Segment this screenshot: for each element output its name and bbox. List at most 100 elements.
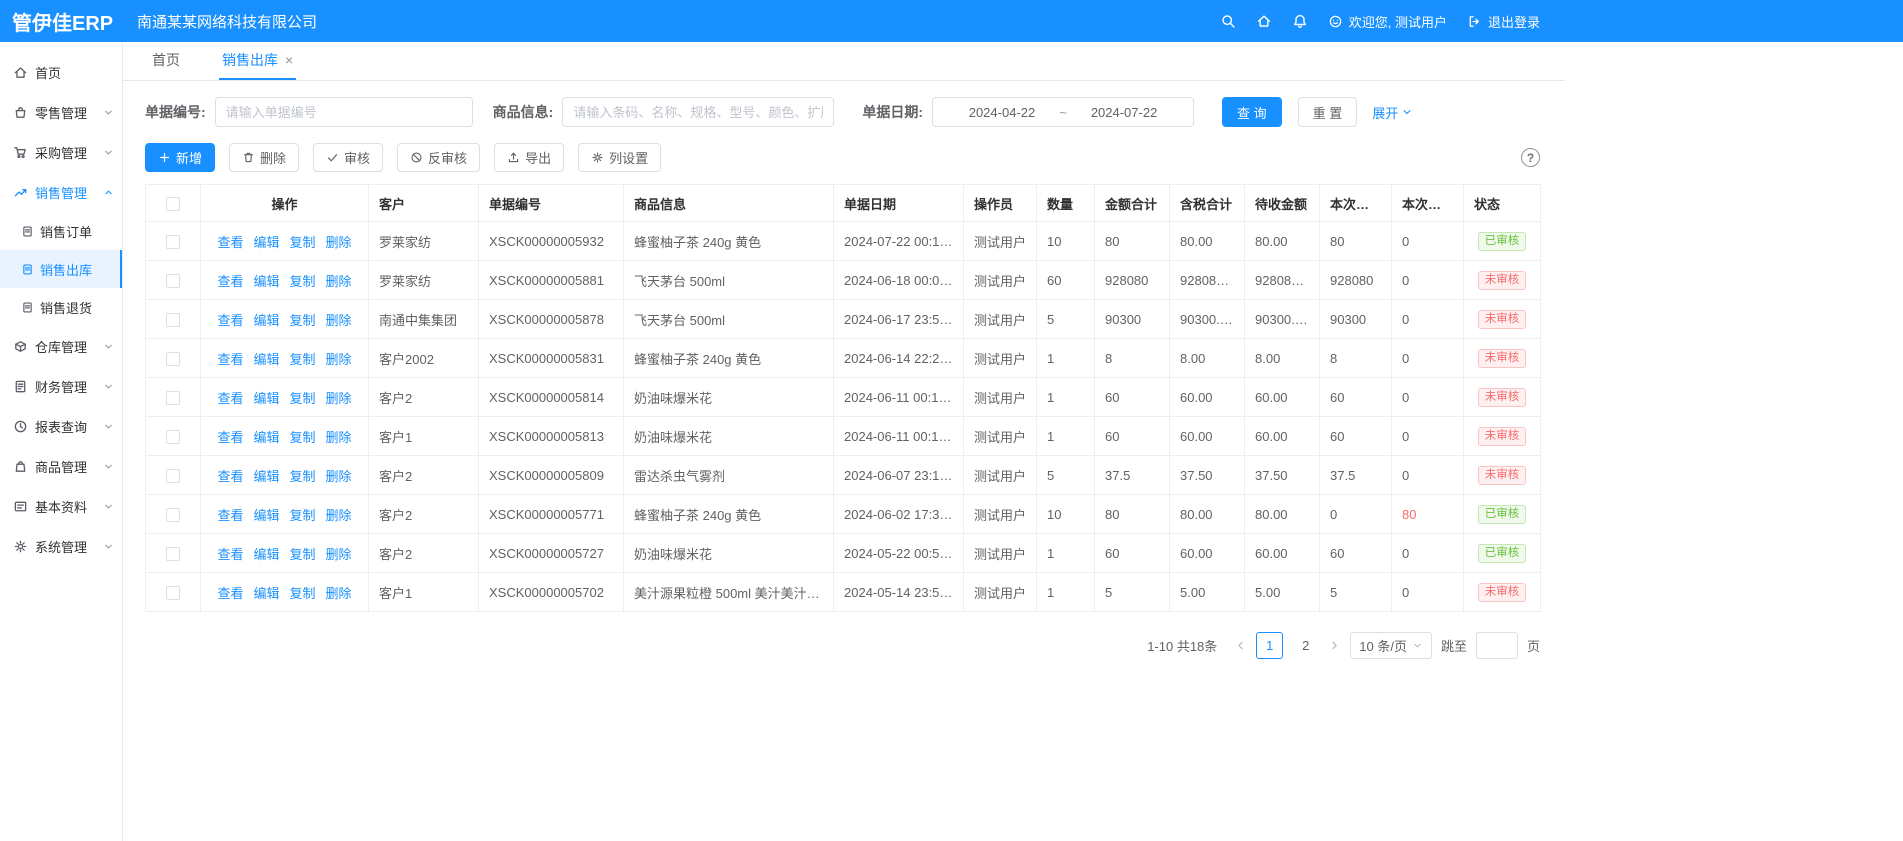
row-action-copy[interactable]: 复制 [290, 508, 316, 523]
row-action-delete[interactable]: 删除 [326, 235, 352, 250]
sidebar-item-purchase[interactable]: 采购管理 [0, 132, 122, 172]
row-action-delete[interactable]: 删除 [326, 430, 352, 445]
row-action-copy[interactable]: 复制 [290, 313, 316, 328]
cell-received: 0 [1320, 495, 1392, 534]
bell-icon[interactable] [1292, 13, 1308, 29]
row-action-edit[interactable]: 编辑 [253, 391, 279, 406]
sidebar-item-warehouse[interactable]: 仓库管理 [0, 326, 122, 366]
welcome-user[interactable]: 欢迎您, 测试用户 [1328, 12, 1447, 31]
row-action-copy[interactable]: 复制 [290, 430, 316, 445]
row-action-edit[interactable]: 编辑 [253, 430, 279, 445]
row-action-copy[interactable]: 复制 [290, 469, 316, 484]
next-page-icon[interactable] [1328, 639, 1341, 652]
row-action-copy[interactable]: 复制 [290, 547, 316, 562]
row-action-delete[interactable]: 删除 [326, 391, 352, 406]
button-label: 反审核 [428, 148, 467, 167]
sidebar-item-sales[interactable]: 销售管理 [0, 172, 122, 212]
reset-button[interactable]: 重 置 [1298, 97, 1358, 127]
page-button-2[interactable]: 2 [1292, 632, 1319, 659]
sidebar-item-finance[interactable]: 财务管理 [0, 366, 122, 406]
row-action-delete[interactable]: 删除 [326, 313, 352, 328]
row-action-edit[interactable]: 编辑 [253, 313, 279, 328]
row-action-delete[interactable]: 删除 [326, 274, 352, 289]
row-action-edit[interactable]: 编辑 [253, 547, 279, 562]
row-action-delete[interactable]: 删除 [326, 547, 352, 562]
sidebar-subitem-sales-order[interactable]: 销售订单 [0, 212, 122, 250]
row-action-edit[interactable]: 编辑 [253, 586, 279, 601]
row-action-view[interactable]: 查看 [217, 274, 243, 289]
row-checkbox[interactable] [166, 508, 180, 522]
button-label: 列设置 [609, 148, 648, 167]
row-action-view[interactable]: 查看 [217, 391, 243, 406]
export-button[interactable]: 导出 [494, 143, 564, 172]
sidebar-item-basic[interactable]: 基本资料 [0, 486, 122, 526]
row-action-view[interactable]: 查看 [217, 469, 243, 484]
row-action-delete[interactable]: 删除 [326, 508, 352, 523]
row-action-copy[interactable]: 复制 [290, 586, 316, 601]
cell-received: 8 [1320, 339, 1392, 378]
row-action-delete[interactable]: 删除 [326, 586, 352, 601]
row-action-edit[interactable]: 编辑 [253, 508, 279, 523]
home-icon[interactable] [1256, 13, 1272, 29]
tab-sales-outbound[interactable]: 销售出库× [219, 42, 296, 80]
cell-product: 奶油味爆米花 [624, 417, 834, 456]
sidebar-item-goods[interactable]: 商品管理 [0, 446, 122, 486]
row-action-copy[interactable]: 复制 [290, 274, 316, 289]
row-checkbox[interactable] [166, 352, 180, 366]
row-action-delete[interactable]: 删除 [326, 352, 352, 367]
row-checkbox[interactable] [166, 586, 180, 600]
search-button[interactable]: 查 询 [1222, 97, 1282, 127]
date-end-value[interactable]: 2024-07-22 [1091, 105, 1158, 120]
row-action-edit[interactable]: 编辑 [253, 469, 279, 484]
add-button[interactable]: 新增 [145, 143, 215, 172]
unaudit-button[interactable]: 反审核 [397, 143, 480, 172]
sidebar-subitem-sales-outbound[interactable]: 销售出库 [0, 250, 122, 288]
product-info-input[interactable] [562, 97, 834, 127]
row-action-view[interactable]: 查看 [217, 430, 243, 445]
row-action-view[interactable]: 查看 [217, 586, 243, 601]
sidebar-subitem-sales-return[interactable]: 销售退货 [0, 288, 122, 326]
row-checkbox[interactable] [166, 274, 180, 288]
date-range-picker[interactable]: 2024-04-22 ~ 2024-07-22 [932, 97, 1194, 127]
help-icon[interactable]: ? [1521, 148, 1540, 167]
row-action-edit[interactable]: 编辑 [253, 274, 279, 289]
row-checkbox[interactable] [166, 391, 180, 405]
select-all-checkbox[interactable] [166, 197, 180, 211]
jump-page-input[interactable] [1476, 632, 1518, 659]
row-action-view[interactable]: 查看 [217, 352, 243, 367]
page-size-select[interactable]: 10 条/页 [1350, 632, 1432, 659]
row-checkbox[interactable] [166, 547, 180, 561]
search-icon[interactable] [1220, 13, 1236, 29]
row-action-edit[interactable]: 编辑 [253, 352, 279, 367]
cell-receivable: 60.00 [1245, 534, 1320, 573]
sidebar-item-retail[interactable]: 零售管理 [0, 92, 122, 132]
row-action-view[interactable]: 查看 [217, 235, 243, 250]
cell-qty: 10 [1037, 222, 1095, 261]
expand-toggle[interactable]: 展开 [1372, 103, 1413, 122]
row-action-view[interactable]: 查看 [217, 313, 243, 328]
order-no-input[interactable] [215, 97, 473, 127]
tab-close-icon[interactable]: × [285, 53, 293, 67]
row-action-copy[interactable]: 复制 [290, 235, 316, 250]
row-action-delete[interactable]: 删除 [326, 469, 352, 484]
row-action-view[interactable]: 查看 [217, 508, 243, 523]
row-action-copy[interactable]: 复制 [290, 352, 316, 367]
sidebar-item-system[interactable]: 系统管理 [0, 526, 122, 566]
row-checkbox[interactable] [166, 430, 180, 444]
row-checkbox[interactable] [166, 469, 180, 483]
audit-button[interactable]: 审核 [313, 143, 383, 172]
sidebar-item-report[interactable]: 报表查询 [0, 406, 122, 446]
row-checkbox[interactable] [166, 235, 180, 249]
row-action-edit[interactable]: 编辑 [253, 235, 279, 250]
page-button-1[interactable]: 1 [1256, 632, 1283, 659]
row-checkbox[interactable] [166, 313, 180, 327]
delete-button[interactable]: 删除 [229, 143, 299, 172]
row-action-copy[interactable]: 复制 [290, 391, 316, 406]
column-settings-button[interactable]: 列设置 [578, 143, 661, 172]
row-action-view[interactable]: 查看 [217, 547, 243, 562]
sidebar-item-home[interactable]: 首页 [0, 52, 122, 92]
logout-button[interactable]: 退出登录 [1467, 12, 1540, 31]
tab-home[interactable]: 首页 [149, 42, 183, 80]
prev-page-icon[interactable] [1234, 639, 1247, 652]
date-start-value[interactable]: 2024-04-22 [969, 105, 1036, 120]
